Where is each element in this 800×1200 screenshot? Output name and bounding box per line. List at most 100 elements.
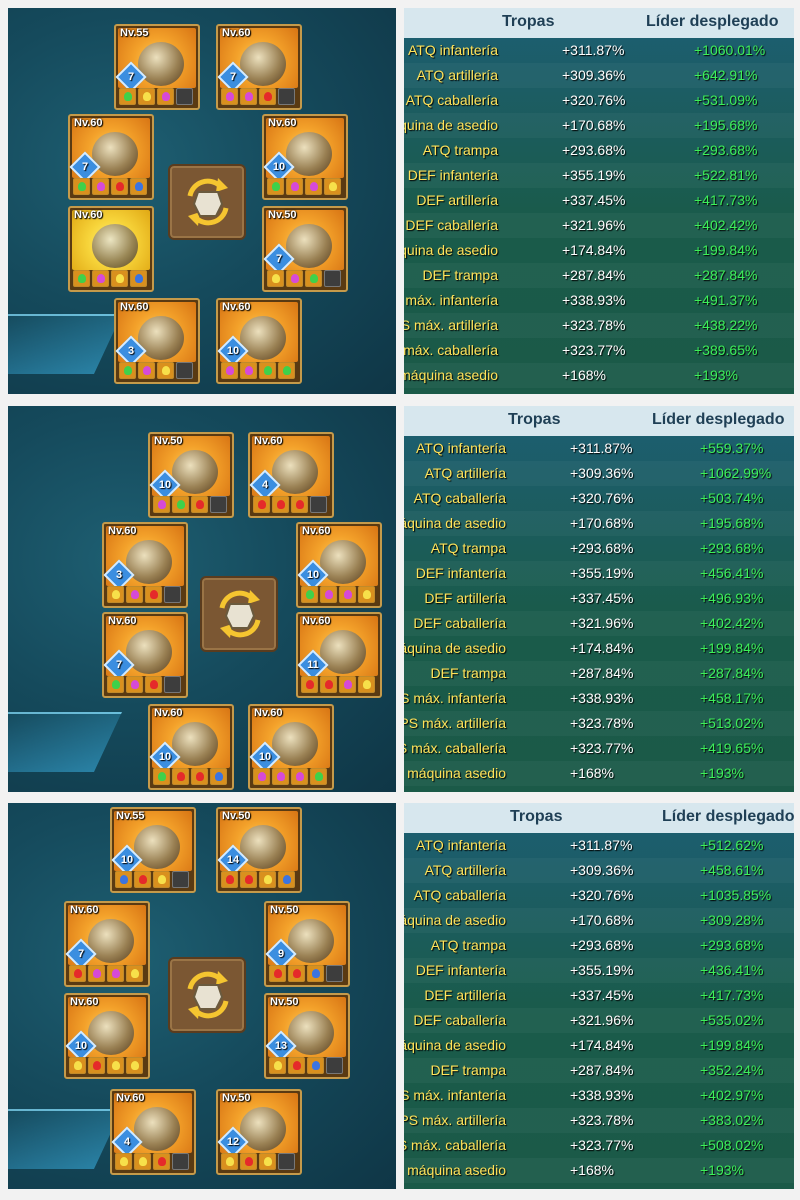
equipment-slot-boots[interactable]: Nv.60 4 xyxy=(110,1089,196,1175)
stat-leader-value: +293.68% xyxy=(694,142,758,158)
stat-row: PS máx. infantería +338.93% +458.17% xyxy=(404,686,794,711)
stat-troops-value: +355.19% xyxy=(570,565,634,581)
stat-row: DEF infantería +355.19% +456.41% xyxy=(404,561,794,586)
stat-row: DEF trampa +287.84% +287.84% xyxy=(404,263,794,288)
stat-row: ATQ artillería +309.36% +642.91% xyxy=(404,63,794,88)
jewel-sockets xyxy=(267,270,341,287)
equipment-slot-helmet[interactable]: Nv.60 7 xyxy=(68,114,154,200)
stat-row: PS máx. artillería +323.78% +383.02% xyxy=(404,1108,794,1133)
item-level: Nv.60 xyxy=(302,525,331,537)
stat-troops-value: +168% xyxy=(562,367,606,383)
stat-row: ATQ infantería +311.87% +1060.01% xyxy=(404,38,794,63)
stat-label: máx. infantería xyxy=(405,292,498,308)
shield-icon xyxy=(272,450,318,494)
stats-table: Tropas Líder desplegado ATQ infantería +3… xyxy=(404,803,794,1189)
swap-set-button[interactable] xyxy=(168,957,246,1033)
stat-troops-value: +309.36% xyxy=(562,67,626,83)
stat-row: máquina asedio +168% +193% xyxy=(404,363,794,388)
swap-set-button[interactable] xyxy=(168,164,246,240)
item-level: Nv.60 xyxy=(254,435,283,447)
floor-glow xyxy=(8,712,122,772)
equipment-slot-helmet[interactable]: Nv.60 3 xyxy=(102,522,188,608)
stat-label: ATQ trampa xyxy=(430,540,506,556)
equipment-slot-main-hand[interactable]: Nv.55 10 xyxy=(110,807,196,893)
equipment-slot-armor[interactable]: Nv.60 7 xyxy=(102,612,188,698)
jewel-sockets xyxy=(73,178,147,195)
stat-row: áquina de asedio +170.68% +195.68% xyxy=(404,113,794,138)
jewel-sockets xyxy=(73,270,147,287)
stat-troops-value: +323.77% xyxy=(570,1137,634,1153)
stat-row: DEF infantería +355.19% +522.81% xyxy=(404,163,794,188)
stat-label: DEF caballería xyxy=(405,217,498,233)
stat-troops-value: +170.68% xyxy=(562,117,626,133)
stat-troops-value: +337.45% xyxy=(562,192,626,208)
equipment-slot-off-hand[interactable]: Nv.50 14 xyxy=(216,807,302,893)
equipment-slot-accessory-3[interactable]: Nv.50 12 xyxy=(216,1089,302,1175)
stat-troops-value: +323.78% xyxy=(570,1112,634,1128)
item-level: Nv.60 xyxy=(254,707,283,719)
equipment-slot-accessory-1[interactable]: Nv.50 9 xyxy=(264,901,350,987)
equipment-slot-accessory-2[interactable]: Nv.50 7 xyxy=(262,206,348,292)
stat-troops-value: +287.84% xyxy=(570,665,634,681)
equipment-slot-armor[interactable]: Nv.60 10 xyxy=(64,993,150,1079)
stat-label: PS máx. caballería xyxy=(404,740,506,756)
item-level: Nv.60 xyxy=(268,117,297,129)
stat-row: PS máx. artillería +323.78% +438.22% xyxy=(404,313,794,338)
item-level: Nv.60 xyxy=(120,301,149,313)
equipment-slot-main-hand[interactable]: Nv.50 10 xyxy=(148,432,234,518)
stat-leader-value: +402.42% xyxy=(694,217,758,233)
stats-rows: ATQ infantería +311.87% +559.37% ATQ artill… xyxy=(404,436,794,786)
equipment-slot-accessory-1[interactable]: Nv.60 10 xyxy=(296,522,382,608)
armor-icon xyxy=(92,224,138,268)
stat-label: PS máx. artillería xyxy=(404,715,506,731)
equipment-slot-armor[interactable]: Nv.60 xyxy=(68,206,154,292)
stat-troops-value: +321.96% xyxy=(562,217,626,233)
stat-troops-value: +338.93% xyxy=(570,1087,634,1103)
stat-label: áquina de asedio xyxy=(404,242,498,258)
stat-leader-value: +389.65% xyxy=(694,342,758,358)
goblet-icon xyxy=(272,722,318,766)
stat-troops-value: +293.68% xyxy=(562,142,626,158)
equipment-slot-boots[interactable]: Nv.60 10 xyxy=(148,704,234,790)
stat-leader-value: +195.68% xyxy=(694,117,758,133)
header-leader: Líder desplegado xyxy=(646,13,779,30)
swap-set-button[interactable] xyxy=(200,576,278,652)
stats-table-header: Tropas Líder desplegado xyxy=(404,803,794,833)
gauntlet-icon xyxy=(240,825,286,869)
stat-row: ATQ caballería +320.76% +531.09% xyxy=(404,88,794,113)
stats-table: Tropas Líder desplegado ATQ infantería +3… xyxy=(404,406,794,792)
stat-row: ATQ trampa +293.68% +293.68% xyxy=(404,138,794,163)
stat-leader-value: +535.02% xyxy=(700,1012,764,1028)
stat-leader-value: +287.84% xyxy=(694,267,758,283)
equipment-slot-accessory-3[interactable]: Nv.60 10 xyxy=(248,704,334,790)
skull-icon xyxy=(288,919,334,963)
equipment-slot-off-hand[interactable]: Nv.60 4 xyxy=(248,432,334,518)
stat-leader-value: +559.37% xyxy=(700,440,764,456)
stat-label: ATQ trampa xyxy=(422,142,498,158)
equipment-slot-helmet[interactable]: Nv.60 7 xyxy=(64,901,150,987)
jewel-sockets xyxy=(107,676,181,693)
stat-row: máquina asedio +168% +193% xyxy=(404,1158,794,1183)
jewel-sockets xyxy=(153,768,227,785)
equipment-slot-boots[interactable]: Nv.60 3 xyxy=(114,298,200,384)
equipment-slot-accessory-2[interactable]: Nv.60 11 xyxy=(296,612,382,698)
equipment-slot-accessory-2[interactable]: Nv.50 13 xyxy=(264,993,350,1079)
stat-leader-value: +496.93% xyxy=(700,590,764,606)
stat-troops-value: +293.68% xyxy=(570,937,634,953)
stat-troops-value: +168% xyxy=(570,1162,614,1178)
equipment-slot-accessory-1[interactable]: Nv.60 10 xyxy=(262,114,348,200)
stat-troops-value: +168% xyxy=(570,765,614,781)
equipment-slot-off-hand[interactable]: Nv.60 7 xyxy=(216,24,302,110)
stat-leader-value: +1035.85% xyxy=(700,887,772,903)
equipment-slot-main-hand[interactable]: Nv.55 7 xyxy=(114,24,200,110)
stat-leader-value: +402.97% xyxy=(700,1087,764,1103)
stat-row: áquina de asedio +170.68% +195.68% xyxy=(404,511,794,536)
equipment-slot-accessory-3[interactable]: Nv.60 10 xyxy=(216,298,302,384)
jewel-sockets xyxy=(221,88,295,105)
stat-troops-value: +293.68% xyxy=(570,540,634,556)
stat-troops-value: +174.84% xyxy=(570,1037,634,1053)
stat-troops-value: +321.96% xyxy=(570,1012,634,1028)
stat-label: áquina de asedio xyxy=(404,117,498,133)
stat-troops-value: +338.93% xyxy=(562,292,626,308)
stat-row: S máx. infantería +338.93% +402.97% xyxy=(404,1083,794,1108)
